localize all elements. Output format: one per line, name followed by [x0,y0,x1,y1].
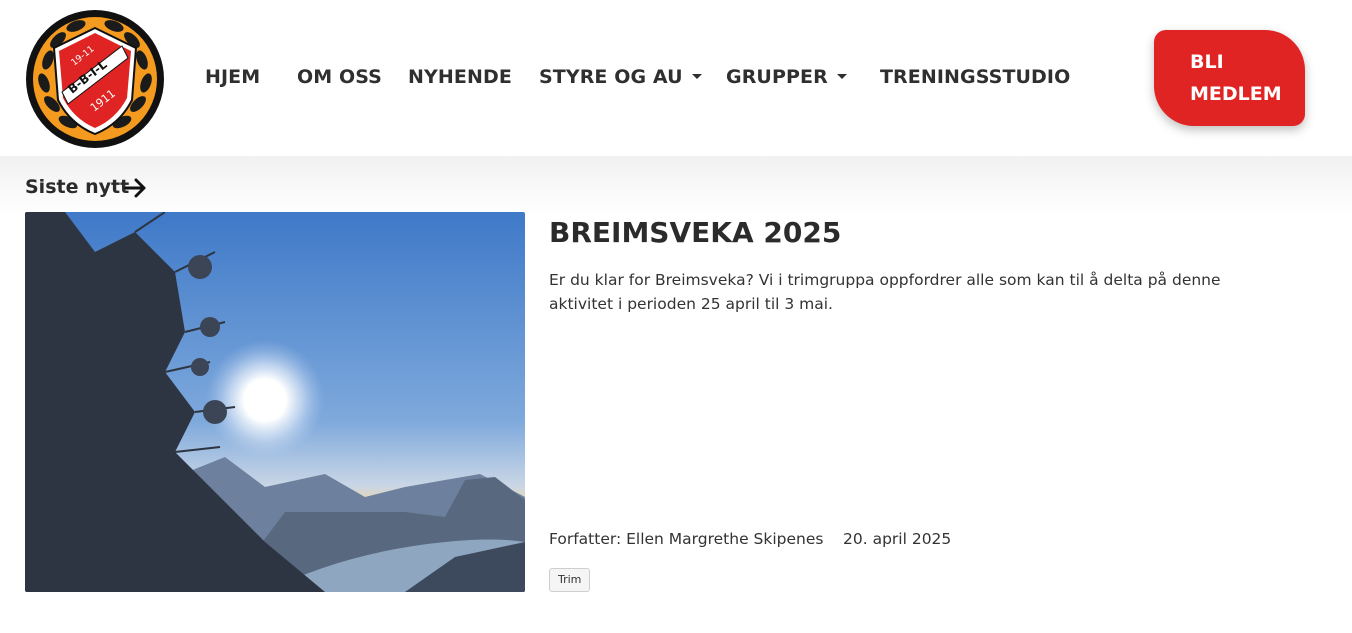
news-date: 20. april 2025 [843,530,952,548]
news-title[interactable]: BREIMSVEKA 2025 [549,216,841,249]
cta-label-line1: BLI [1190,51,1224,73]
club-crest-icon[interactable]: 19-11 B-B-I-L 1911 [24,8,166,150]
news-excerpt: Er du klar for Breimsveka? Vi i trimgrup… [549,271,1221,313]
caret-down-icon [691,73,702,79]
nav-item-treningsstudio[interactable]: TRENINGSSTUDIO [880,66,1070,88]
nav-item-label: STYRE OG AU [539,66,683,88]
arrow-right-icon[interactable] [124,177,148,199]
cta-label-line2: MEDLEM [1190,83,1282,105]
nav-item-om-oss[interactable]: OM OSS [297,66,382,88]
news-image[interactable] [25,212,525,592]
tag-trim[interactable]: Trim [549,568,591,592]
nav-item-styre-og-au[interactable]: STYRE OG AU [539,66,702,88]
become-member-button[interactable]: BLI MEDLEM [1154,30,1305,126]
nav-item-nyhende[interactable]: NYHENDE [408,66,512,88]
nav-item-hjem[interactable]: HJEM [205,66,260,88]
section-title[interactable]: Siste nytt [25,176,129,198]
site-header: 19-11 B-B-I-L 1911 HJEM OM OSS NYHENDE S… [0,0,1352,156]
caret-down-icon [836,73,847,79]
nav-item-grupper[interactable]: GRUPPER [726,66,847,88]
nav-item-label: GRUPPER [726,66,828,88]
content-band [0,156,1352,216]
news-author: Forfatter: Ellen Margrethe Skipenes [549,530,824,548]
